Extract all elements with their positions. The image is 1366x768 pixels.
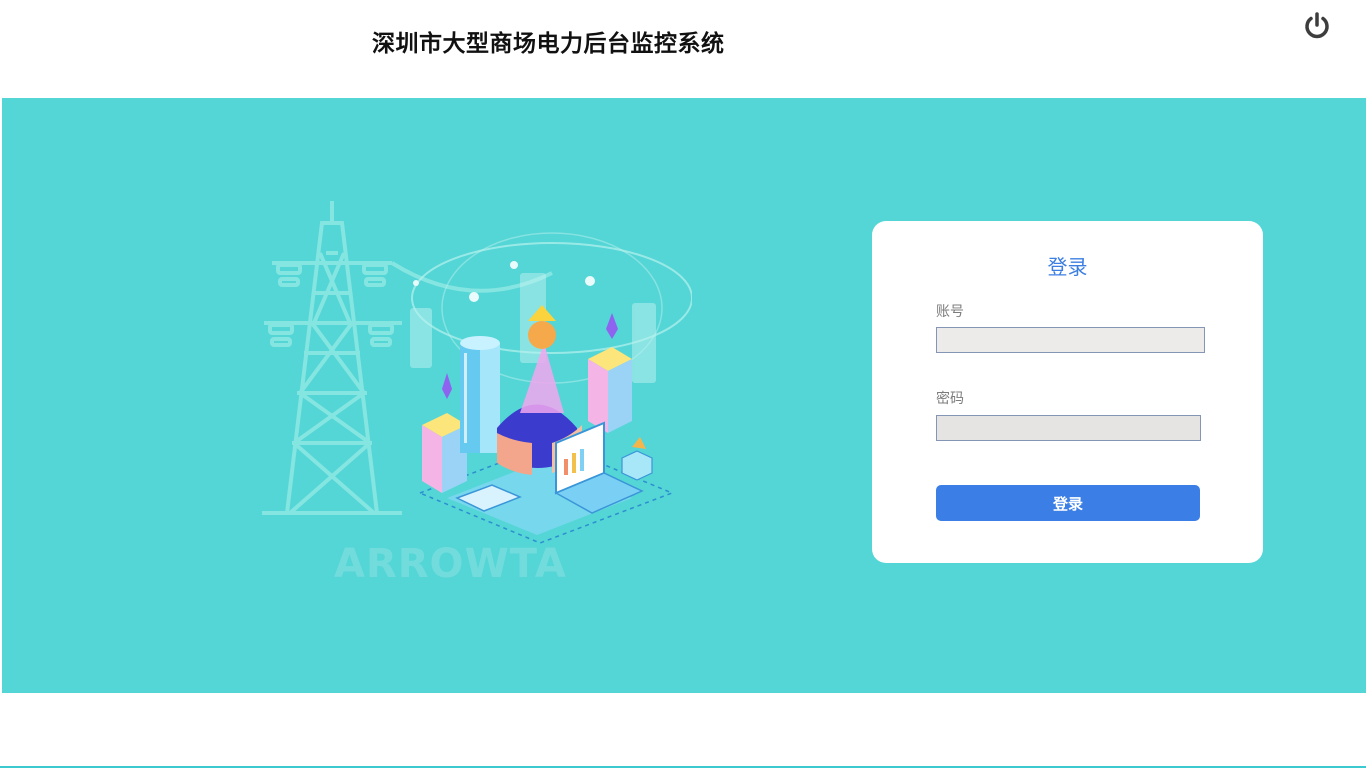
- app-title: 深圳市大型商场电力后台监控系统: [372, 30, 725, 57]
- header: 深圳市大型商场电力后台监控系统: [0, 0, 1366, 98]
- login-card: 登录 账号 密码 登录: [872, 221, 1263, 563]
- power-icon[interactable]: [1301, 10, 1333, 42]
- account-input[interactable]: [936, 327, 1205, 353]
- password-input[interactable]: [936, 415, 1201, 441]
- account-label: 账号: [936, 304, 964, 320]
- banner: ARROWTA 登录 账号 密码 登录: [2, 98, 1366, 693]
- brand-watermark: ARROWTA: [334, 541, 567, 587]
- login-button[interactable]: 登录: [936, 485, 1200, 521]
- login-title: 登录: [1047, 255, 1088, 279]
- login-page: 深圳市大型商场电力后台监控系统 ARROWTA 登录 账号 密码 登录: [0, 0, 1366, 768]
- password-label: 密码: [936, 391, 964, 407]
